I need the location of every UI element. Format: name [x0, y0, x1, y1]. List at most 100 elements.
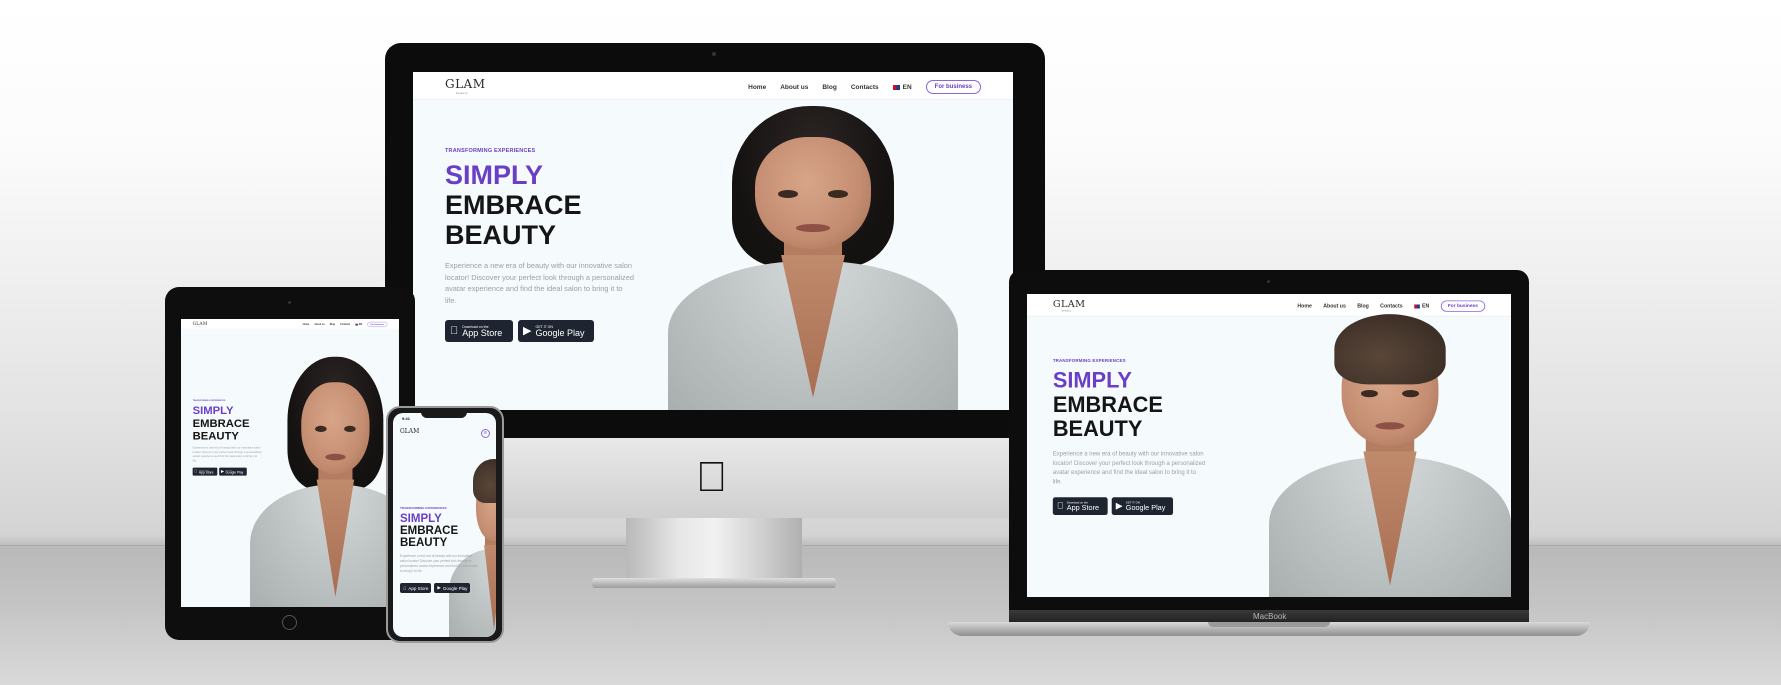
apple-icon:  — [403, 586, 406, 591]
google-play-big: Google Play — [535, 327, 585, 338]
avatar-eye — [1360, 389, 1378, 398]
google-play-big: Google Play — [439, 585, 468, 591]
website-tablet: GLAM beauty Home About us Blog Contacts … — [181, 319, 399, 607]
google-play-big: Google Play — [1125, 503, 1166, 512]
hero-headline: SIMPLY EMBRACE BEAUTY — [1053, 368, 1214, 441]
avatar-face — [301, 382, 370, 475]
nav-contacts[interactable]: Contacts — [340, 323, 350, 326]
hero-headline: SIMPLY EMBRACE BEAUTY — [445, 160, 645, 250]
google-play-big: Google Play — [225, 470, 244, 474]
play-icon: ▶ — [523, 324, 532, 337]
menu-icon[interactable]: ≡ — [481, 429, 490, 438]
language-label: EN — [358, 323, 363, 326]
play-icon: ▶ — [220, 469, 225, 474]
for-business-button[interactable]: For business — [367, 321, 388, 327]
hero-headline: SIMPLY EMBRACE BEAUTY — [400, 513, 458, 549]
male-avatar — [1269, 305, 1511, 597]
avatar-face — [755, 137, 871, 249]
for-business-button[interactable]: For business — [925, 80, 981, 94]
google-play-button[interactable]: ▶ Google Play — [434, 583, 471, 593]
app-store-button[interactable]:  Download on theApp Store — [1052, 497, 1108, 516]
nav-about[interactable]: About us — [314, 323, 324, 326]
headline-line3: BEAUTY — [1052, 416, 1143, 441]
avatar-mouth — [325, 453, 346, 461]
app-store-big: App Store — [454, 327, 502, 338]
language-selector[interactable]: EN — [892, 83, 912, 91]
site-nav: Home About us Blog Contacts EN For busin… — [748, 80, 981, 94]
language-selector[interactable]: EN — [355, 323, 362, 326]
site-logo[interactable]: GLAM — [445, 77, 486, 91]
site-logo[interactable]: GLAM — [400, 428, 419, 435]
play-icon: ▶ — [434, 585, 440, 590]
nav-home[interactable]: Home — [748, 84, 766, 91]
website-laptop: GLAM beauty Home About us Blog Contacts … — [1027, 294, 1511, 597]
site-logo[interactable]: GLAM — [1053, 298, 1086, 309]
apple-icon:  — [450, 325, 458, 337]
play-icon: ▶ — [1115, 500, 1123, 511]
app-store-big: App Store — [405, 585, 428, 591]
ipad-screen: GLAM beauty Home About us Blog Contacts … — [181, 319, 399, 607]
website: GLAM beauty Home About us Blog Contacts … — [413, 72, 1013, 410]
app-store-button[interactable]:  Download on theApp Store — [445, 320, 513, 342]
site-header: GLAM beauty Home About us Blog Contacts … — [413, 72, 1013, 100]
google-play-button[interactable]: ▶ GET IT ON Google Play — [518, 320, 594, 342]
nav-about[interactable]: About us — [780, 84, 808, 91]
site-logo-sub: beauty — [456, 91, 469, 95]
headline-line3: BEAUTY — [400, 537, 448, 549]
language-label: EN — [902, 83, 912, 91]
iphone-notch — [421, 411, 467, 418]
google-play-button[interactable]: ▶ GET IT ON Google Play — [1111, 497, 1174, 516]
headline-line2: EMBRACE — [400, 525, 459, 537]
site-logo-sub: beauty — [1061, 309, 1072, 313]
imac-screen: GLAM beauty Home About us Blog Contacts … — [413, 72, 1013, 410]
store-buttons:  Download on theApp Store ▶ GET IT ONGo… — [1052, 497, 1214, 516]
macbook-notch — [1208, 622, 1330, 627]
avatar-hair — [1334, 314, 1446, 385]
hero-eyebrow: TRANSFORMING EXPERIENCES — [445, 148, 536, 154]
app-store-button[interactable]: App Store — [400, 583, 432, 593]
site-header: GLAM beauty Home About us Blog Contacts … — [181, 319, 399, 330]
imac-base — [592, 578, 836, 588]
macbook-screen: GLAM beauty Home About us Blog Contacts … — [1027, 294, 1511, 597]
imac-stand — [626, 518, 802, 580]
app-store-big: App Store — [195, 470, 214, 474]
site-logo-sub: beauty — [196, 325, 201, 328]
headline-line1: SIMPLY — [445, 160, 544, 190]
nav-blog[interactable]: Blog — [330, 323, 335, 326]
female-avatar — [250, 352, 399, 607]
ipad-camera — [288, 301, 291, 304]
hero-description: Experience a new era of beauty with our … — [1052, 449, 1206, 485]
nav-home[interactable]: Home — [303, 323, 310, 326]
avatar-mouth — [795, 224, 831, 232]
store-buttons: App Store ▶Google Play — [400, 583, 471, 593]
hero-content: TRANSFORMING EXPERIENCES SIMPLY EMBRACE … — [1052, 359, 1214, 516]
iphone-screen: 9:41 GLAM ≡ TRANSFORMING EXPERIENCES SIM… — [393, 413, 496, 637]
apple-logo-icon:  — [696, 453, 728, 501]
avatar-hair — [473, 458, 496, 503]
uk-flag-icon — [355, 323, 358, 326]
status-time: 9:41 — [402, 416, 411, 421]
google-play-button[interactable]: ▶ GET IT ON Google Play — [219, 467, 247, 476]
hero-description: Experience a new era of beauty with our … — [445, 261, 634, 305]
hero-content: TRANSFORMING EXPERIENCES SIMPLY EMBRACE … — [445, 148, 645, 342]
avatar-eye — [827, 189, 848, 198]
uk-flag-icon — [892, 84, 900, 90]
avatar-mouth — [1375, 422, 1405, 430]
ipad-home-button — [282, 615, 297, 630]
headline-line2: EMBRACE — [1052, 392, 1163, 417]
nav-blog[interactable]: Blog — [822, 84, 836, 91]
avatar-eye — [1402, 389, 1420, 398]
hero-eyebrow: TRANSFORMING EXPERIENCES — [400, 506, 447, 510]
app-store-button[interactable]:  Download on theApp Store — [192, 467, 218, 476]
app-store-big: App Store — [1060, 503, 1099, 512]
apple-icon:  — [1057, 501, 1064, 511]
nav-contacts[interactable]: Contacts — [851, 84, 879, 91]
headline-line1: SIMPLY — [400, 513, 442, 525]
store-buttons:  Download on theApp Store ▶ GET IT ONGo… — [445, 320, 645, 342]
macbook-brand: MacBook — [1253, 612, 1287, 621]
apple-icon:  — [194, 469, 197, 474]
site-nav: Home About us Blog Contacts EN For busin… — [303, 321, 388, 327]
macbook-camera — [1267, 280, 1270, 283]
headline-line1: SIMPLY — [1052, 368, 1132, 393]
headline-line3: BEAUTY — [445, 220, 557, 250]
